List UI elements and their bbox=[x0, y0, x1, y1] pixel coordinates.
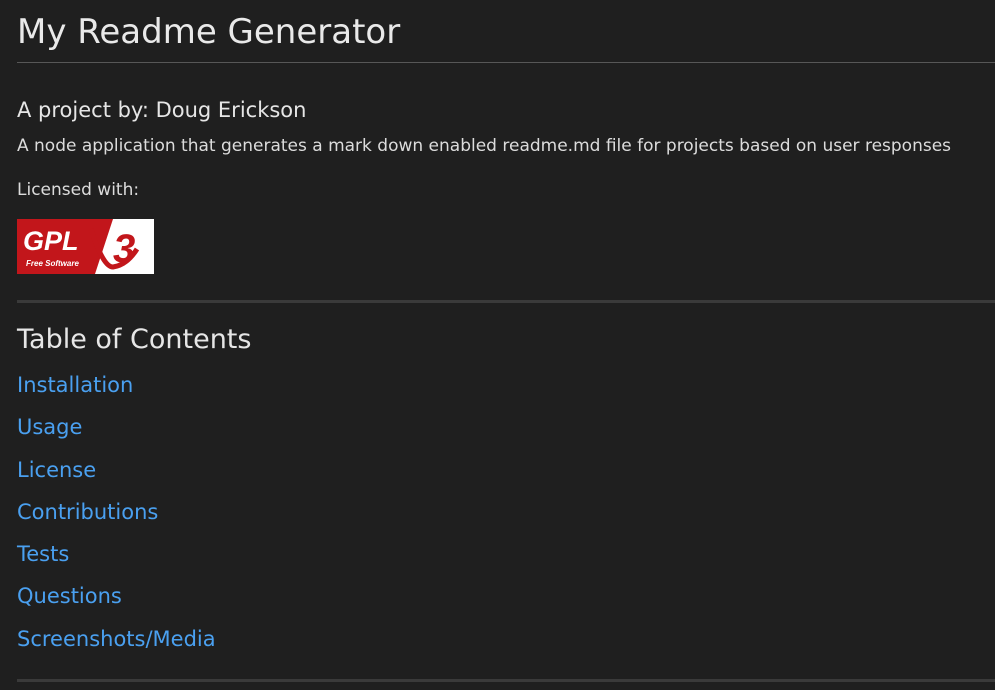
badge-main-text: GPL bbox=[23, 226, 79, 256]
toc-link-screenshots-media[interactable]: Screenshots/Media bbox=[17, 627, 216, 651]
project-description: A node application that generates a mark… bbox=[17, 136, 952, 156]
section-divider bbox=[17, 300, 995, 303]
toc-heading: Table of Contents bbox=[17, 324, 252, 355]
title-divider bbox=[17, 62, 995, 63]
toc-item-tests: Tests bbox=[17, 541, 995, 583]
toc-item-questions: Questions bbox=[17, 583, 995, 625]
toc-item-screenshots-media: Screenshots/Media bbox=[17, 626, 995, 668]
author-line: A project by: Doug Erickson bbox=[17, 98, 307, 122]
toc-item-license: License bbox=[17, 457, 995, 499]
badge-sub-text: Free Software bbox=[26, 259, 79, 268]
toc-list: Installation Usage License Contributions… bbox=[17, 372, 995, 668]
toc-link-license[interactable]: License bbox=[17, 458, 96, 482]
bottom-divider bbox=[17, 679, 995, 682]
readme-preview: My Readme Generator A project by: Doug E… bbox=[0, 0, 995, 690]
toc-link-tests[interactable]: Tests bbox=[17, 542, 69, 566]
badge-version: 3 bbox=[113, 227, 135, 271]
toc-link-questions[interactable]: Questions bbox=[17, 584, 122, 608]
toc-link-contributions[interactable]: Contributions bbox=[17, 500, 158, 524]
license-label: Licensed with: bbox=[17, 180, 140, 200]
page-title: My Readme Generator bbox=[17, 12, 401, 52]
toc-link-installation[interactable]: Installation bbox=[17, 373, 133, 397]
toc-item-contributions: Contributions bbox=[17, 499, 995, 541]
readme-content: My Readme Generator A project by: Doug E… bbox=[17, 0, 995, 668]
toc-item-usage: Usage bbox=[17, 414, 995, 456]
gpl-license-badge[interactable]: GPL Free Software 3 bbox=[17, 219, 154, 274]
toc-link-usage[interactable]: Usage bbox=[17, 415, 82, 439]
toc-item-installation: Installation bbox=[17, 372, 995, 414]
